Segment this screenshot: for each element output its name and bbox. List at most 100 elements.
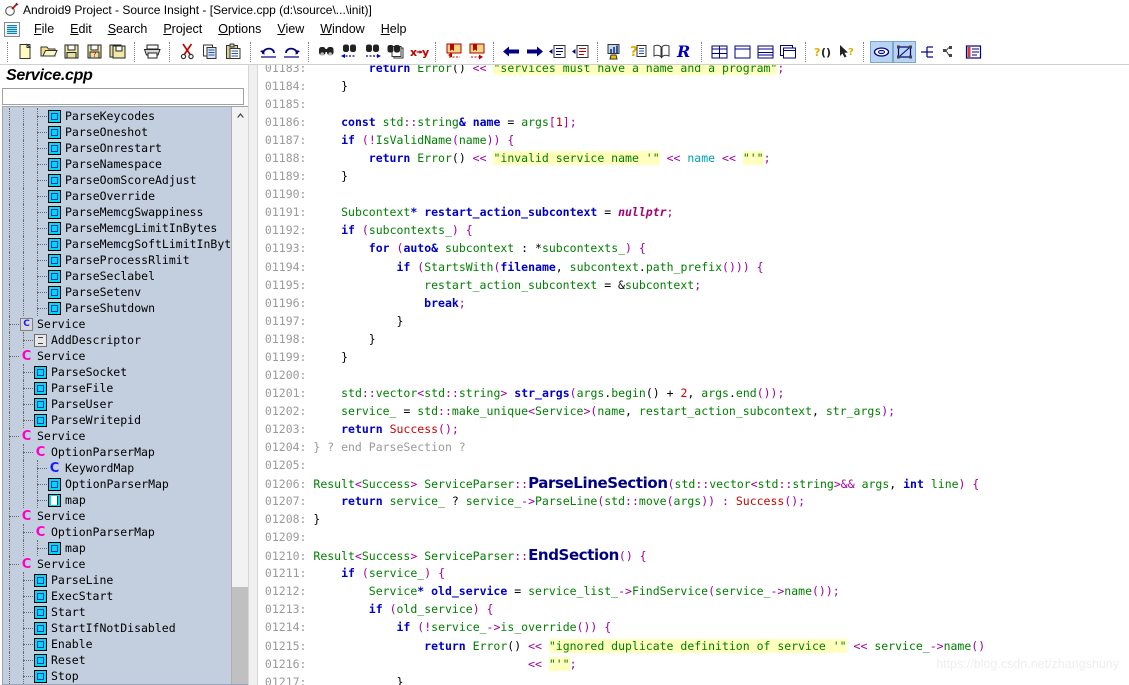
save-all-button[interactable] bbox=[106, 41, 129, 63]
code-line[interactable]: 01192: if (subcontexts_) { bbox=[258, 221, 1129, 239]
symbol-tree-item[interactable]: Start bbox=[3, 604, 231, 620]
symbol-tree-item[interactable]: Stop bbox=[3, 668, 231, 684]
menu-window[interactable]: Window bbox=[312, 21, 372, 37]
code-line[interactable]: 01207: return service_ ? service_->Parse… bbox=[258, 492, 1129, 510]
code-line[interactable]: 01205: bbox=[258, 456, 1129, 474]
code-line[interactable]: 01211: if (service_) { bbox=[258, 564, 1129, 582]
symbol-tree-item[interactable]: ExecStart bbox=[3, 588, 231, 604]
forward-button[interactable] bbox=[523, 41, 546, 63]
symbol-tree-item[interactable]: ParseMemcgSwappiness bbox=[3, 204, 231, 220]
copy-button[interactable] bbox=[199, 41, 222, 63]
symbol-tree-item[interactable]: C Service bbox=[3, 316, 231, 332]
menu-options[interactable]: Options bbox=[210, 21, 269, 37]
symbol-tree-item[interactable]: ParseLine bbox=[3, 572, 231, 588]
symbol-tree-item[interactable]: ParseProcessRlimit bbox=[3, 252, 231, 268]
code-line[interactable]: 01198: } bbox=[258, 330, 1129, 348]
code-line[interactable]: 01217: } bbox=[258, 673, 1129, 685]
hand-highlight-button[interactable] bbox=[604, 41, 627, 63]
symbol-tree-item[interactable]: AddDescriptor bbox=[3, 332, 231, 348]
symbol-tree-item[interactable]: ParseUser bbox=[3, 396, 231, 412]
jump-to-definition-button[interactable] bbox=[546, 41, 569, 63]
search-files-button[interactable] bbox=[384, 41, 407, 63]
split-horizontal-button[interactable] bbox=[754, 41, 777, 63]
symbol-tree-item[interactable]: ParseOverride bbox=[3, 188, 231, 204]
cut-button[interactable] bbox=[176, 41, 199, 63]
symbol-tree-item[interactable]: C OptionParserMap bbox=[3, 524, 231, 540]
scrollbar-thumb[interactable] bbox=[232, 587, 248, 684]
symbol-tree-item[interactable]: ParseOomScoreAdjust bbox=[3, 172, 231, 188]
relation-window-button[interactable] bbox=[916, 41, 939, 63]
symbol-tree-scrollbar[interactable] bbox=[231, 107, 248, 684]
save-as-button[interactable]: ? bbox=[83, 41, 106, 63]
code-line[interactable]: 01196: break; bbox=[258, 294, 1129, 312]
code-line[interactable]: 01199: } bbox=[258, 348, 1129, 366]
chevron-up-icon[interactable] bbox=[232, 107, 248, 124]
code-line[interactable]: 01186: const std::string& name = args[1]… bbox=[258, 113, 1129, 131]
code-line[interactable]: 01213: if (old_service) { bbox=[258, 600, 1129, 618]
save-file-button[interactable] bbox=[60, 41, 83, 63]
menu-view[interactable]: View bbox=[269, 21, 312, 37]
code-line[interactable]: 01200: bbox=[258, 366, 1129, 384]
undo-button[interactable] bbox=[257, 41, 280, 63]
symbol-tree-item[interactable]: ParseMemcgLimitInBytes bbox=[3, 220, 231, 236]
code-line[interactable]: 01202: service_ = std::make_unique<Servi… bbox=[258, 402, 1129, 420]
code-line[interactable]: 01206: Result<Success> ServiceParser::Pa… bbox=[258, 474, 1129, 492]
cascade-windows-button[interactable] bbox=[777, 41, 800, 63]
code-line[interactable]: 01212: Service* old_service = service_li… bbox=[258, 582, 1129, 600]
code-line[interactable]: 01204: } ? end ParseSection ? bbox=[258, 438, 1129, 456]
browse-files-button[interactable] bbox=[650, 41, 673, 63]
code-line[interactable]: 01215: return Error() << "ignored duplic… bbox=[258, 637, 1129, 655]
symbol-window-button[interactable] bbox=[870, 40, 893, 63]
code-line[interactable]: 01208: } bbox=[258, 510, 1129, 528]
menu-edit[interactable]: Edit bbox=[62, 21, 100, 37]
print-button[interactable] bbox=[141, 41, 164, 63]
search-forward-button[interactable] bbox=[361, 41, 384, 63]
menu-project[interactable]: Project bbox=[155, 21, 210, 37]
code-line[interactable]: 01184: } bbox=[258, 77, 1129, 95]
code-editor[interactable]: 01183: return Error() << "services must … bbox=[258, 65, 1129, 685]
paste-button[interactable] bbox=[222, 41, 245, 63]
jump-forward-button[interactable] bbox=[465, 41, 488, 63]
code-line[interactable]: 01190: bbox=[258, 185, 1129, 203]
jump-to-reference-button[interactable] bbox=[569, 41, 592, 63]
symbol-tree-item[interactable]: ParseSetenv bbox=[3, 284, 231, 300]
symbol-tree-item[interactable]: C Service bbox=[3, 508, 231, 524]
code-line[interactable]: 01216: << "'"; bbox=[258, 655, 1129, 673]
project-window-button[interactable] bbox=[962, 41, 985, 63]
symbol-tree[interactable]: ParseKeycodes ParseOneshot ParseOnrestart P… bbox=[3, 107, 231, 684]
symbol-tree-item[interactable]: C Service bbox=[3, 428, 231, 444]
code-line[interactable]: 01193: for (auto& subcontext : *subconte… bbox=[258, 239, 1129, 257]
symbol-tree-item[interactable]: ParseSeclabel bbox=[3, 268, 231, 284]
search-button[interactable] bbox=[315, 41, 338, 63]
symbol-tree-item[interactable]: C OptionParserMap bbox=[3, 444, 231, 460]
symbol-filter-input[interactable] bbox=[2, 88, 244, 105]
menu-help[interactable]: Help bbox=[373, 21, 415, 37]
smart-rename-button[interactable]: R bbox=[673, 41, 696, 63]
back-button[interactable] bbox=[500, 41, 523, 63]
symbol-tree-item[interactable]: ParseOnrestart bbox=[3, 140, 231, 156]
open-folder-button[interactable] bbox=[37, 41, 60, 63]
code-line[interactable]: 01191: Subcontext* restart_action_subcon… bbox=[258, 203, 1129, 221]
symbol-tree-item[interactable]: ParseFile bbox=[3, 380, 231, 396]
menu-search[interactable]: Search bbox=[100, 21, 156, 37]
code-line[interactable]: 01185: bbox=[258, 95, 1129, 113]
symbol-tree-item[interactable]: StartIfNotDisabled bbox=[3, 620, 231, 636]
symbol-tree-item[interactable]: map bbox=[3, 540, 231, 556]
code-line[interactable]: 01197: } bbox=[258, 312, 1129, 330]
symbol-tree-item[interactable]: ParseKeycodes bbox=[3, 108, 231, 124]
symbol-info-button[interactable]: ? bbox=[627, 41, 650, 63]
jump-back-button[interactable] bbox=[442, 41, 465, 63]
symbol-tree-item[interactable]: ParseWritepid bbox=[3, 412, 231, 428]
code-line[interactable]: 01209: bbox=[258, 528, 1129, 546]
symbol-tree-item[interactable]: ParseOneshot bbox=[3, 124, 231, 140]
symbol-tree-item[interactable]: C Service bbox=[3, 348, 231, 364]
symbol-tree-item[interactable]: Reset bbox=[3, 652, 231, 668]
code-line[interactable]: 01210: Result<Success> ServiceParser::En… bbox=[258, 546, 1129, 564]
code-line[interactable]: 01195: restart_action_subcontext = &subc… bbox=[258, 276, 1129, 294]
symbol-tree-item[interactable]: C KeywordMap bbox=[3, 460, 231, 476]
context-help-button[interactable]: ?() bbox=[812, 41, 835, 63]
redo-button[interactable] bbox=[280, 41, 303, 63]
symbol-tree-item[interactable]: ParseSocket bbox=[3, 364, 231, 380]
code-body[interactable]: 01183: return Error() << "services must … bbox=[258, 65, 1129, 685]
symbol-tree-item[interactable]: ParseShutdown bbox=[3, 300, 231, 316]
